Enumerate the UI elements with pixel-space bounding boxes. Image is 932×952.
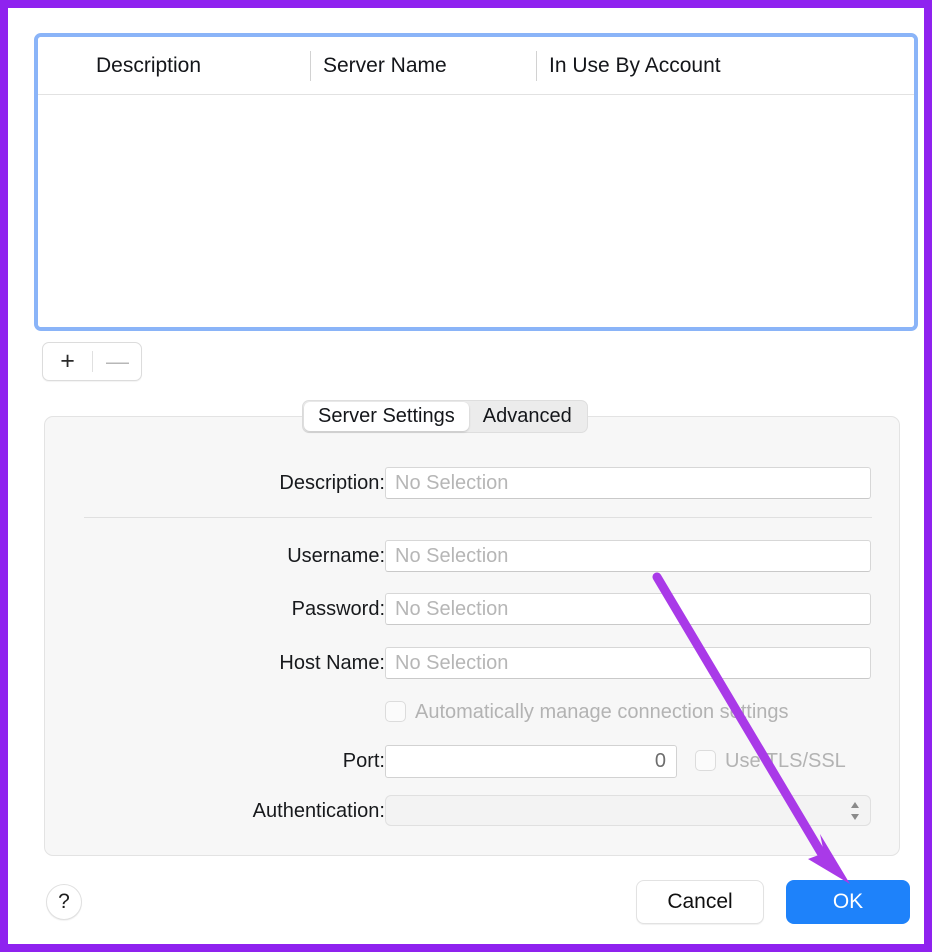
host-name-row: Host Name: No Selection (45, 647, 899, 679)
host-name-field[interactable]: No Selection (385, 647, 871, 679)
server-list-inner: Description Server Name In Use By Accoun… (38, 37, 914, 327)
password-row: Password: No Selection (45, 593, 899, 625)
authentication-label: Authentication: (252, 800, 385, 822)
tab-advanced[interactable]: Advanced (469, 402, 586, 431)
server-list-body[interactable] (38, 95, 914, 327)
port-label: Port: (342, 750, 385, 772)
screenshot-root: Description Server Name In Use By Accoun… (0, 0, 932, 952)
port-value: 0 (654, 750, 666, 772)
authentication-select[interactable] (385, 795, 871, 826)
username-field[interactable]: No Selection (385, 540, 871, 572)
password-field[interactable]: No Selection (385, 593, 871, 625)
settings-tab-bar: Server Settings Advanced (302, 400, 588, 433)
column-divider-2[interactable] (536, 51, 537, 81)
remove-server-button[interactable]: — (93, 343, 142, 380)
use-tls-checkbox[interactable] (695, 750, 716, 771)
column-header-description[interactable]: Description (96, 37, 201, 94)
username-placeholder: No Selection (395, 545, 509, 567)
host-name-label: Host Name: (279, 652, 385, 674)
use-tls-label: Use TLS/SSL (725, 750, 846, 772)
host-name-placeholder: No Selection (395, 652, 509, 674)
port-field[interactable]: 0 (385, 745, 677, 778)
tab-server-settings[interactable]: Server Settings (304, 402, 469, 431)
table-header-row: Description Server Name In Use By Accoun… (38, 37, 914, 95)
username-row: Username: No Selection (45, 540, 899, 572)
password-placeholder: No Selection (395, 598, 509, 620)
column-header-in-use-by-account[interactable]: In Use By Account (549, 37, 721, 94)
chevron-up-down-icon (851, 802, 859, 820)
add-remove-segmented-control: + — (42, 342, 142, 381)
description-field[interactable]: No Selection (385, 467, 871, 499)
add-server-button[interactable]: + (43, 343, 92, 380)
column-header-server-name[interactable]: Server Name (323, 37, 447, 94)
authentication-row: Authentication: (45, 795, 899, 827)
description-row: Description: No Selection (45, 467, 899, 499)
server-settings-sheet: Description Server Name In Use By Accoun… (8, 8, 924, 944)
ok-button[interactable]: OK (786, 880, 910, 924)
form-section-divider (84, 517, 872, 518)
server-list-table[interactable]: Description Server Name In Use By Accoun… (34, 33, 918, 331)
port-row: Port: 0 Use TLS/SSL (45, 745, 899, 778)
description-placeholder: No Selection (395, 472, 509, 494)
auto-manage-label: Automatically manage connection settings (415, 701, 789, 723)
password-label: Password: (291, 598, 385, 620)
settings-panel: Description: No Selection Username: No S… (44, 416, 900, 856)
cancel-button[interactable]: Cancel (636, 880, 764, 924)
username-label: Username: (287, 545, 385, 567)
column-divider-1[interactable] (310, 51, 311, 81)
help-button[interactable]: ? (46, 884, 82, 920)
description-label: Description: (279, 472, 385, 494)
auto-manage-checkbox[interactable] (385, 701, 406, 722)
